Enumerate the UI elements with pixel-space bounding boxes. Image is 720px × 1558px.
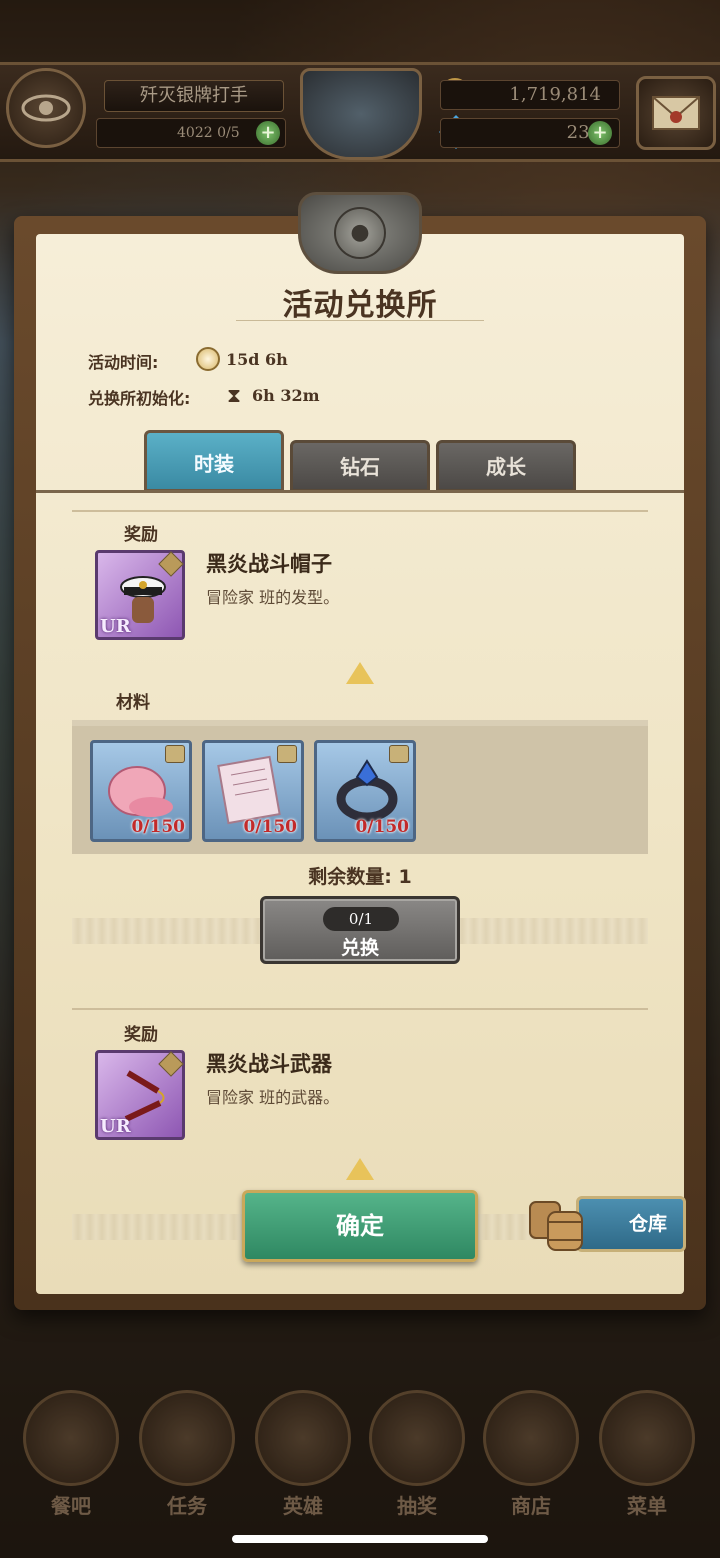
player-title: 歼灭银牌打手 bbox=[104, 80, 284, 112]
material-slot[interactable]: 0/150 bbox=[90, 740, 192, 842]
rarity-label: UR bbox=[100, 616, 131, 637]
barrel-icon bbox=[529, 1201, 583, 1251]
warehouse-button[interactable]: 仓库 bbox=[576, 1196, 686, 1252]
event-time-value: 15d 6h bbox=[226, 350, 288, 369]
envelope-icon bbox=[652, 96, 700, 130]
shop-sign-icon bbox=[483, 1390, 579, 1486]
materials-label: 材料 bbox=[116, 693, 150, 713]
reset-timer-label: 兑换所初始化: bbox=[88, 389, 191, 408]
helmet-icon bbox=[255, 1390, 351, 1486]
tab-diamond[interactable]: 钻石 bbox=[290, 440, 430, 492]
eye-icon bbox=[21, 94, 71, 122]
nav-label: 英雄 bbox=[283, 1494, 323, 1518]
letter-icon bbox=[217, 755, 281, 825]
nav-label: 餐吧 bbox=[51, 1494, 91, 1518]
reward-item-desc: 冒险家 班的发型。 bbox=[206, 588, 340, 607]
crystal-icon bbox=[369, 1390, 465, 1486]
reward-item-slot[interactable]: UR bbox=[95, 1050, 185, 1140]
nav-label: 任务 bbox=[167, 1494, 207, 1518]
lock-icon bbox=[277, 745, 297, 763]
exchange-button[interactable]: 0/1 兑换 bbox=[260, 896, 460, 964]
exchange-button-label: 兑换 bbox=[340, 937, 379, 959]
tab-underline bbox=[36, 490, 684, 493]
nav-gacha-item[interactable]: 抽奖 bbox=[362, 1380, 472, 1518]
hourglass-icon: ⧗ bbox=[226, 383, 242, 407]
home-indicator[interactable] bbox=[232, 1535, 488, 1543]
material-count: 0/150 bbox=[355, 817, 409, 837]
pink-shell-icon bbox=[108, 766, 173, 817]
material-count: 0/150 bbox=[131, 817, 185, 837]
lock-icon bbox=[389, 745, 409, 763]
card-top-ornament bbox=[72, 510, 648, 522]
panel-medallion: ● bbox=[298, 192, 422, 274]
bottom-navigation: 餐吧 任务 英雄 抽奖 商店 菜单 bbox=[0, 1380, 720, 1520]
nav-heroes-item[interactable]: 英雄 bbox=[248, 1380, 358, 1518]
view-toggle-button[interactable] bbox=[6, 68, 86, 148]
money-bag-icon: ● bbox=[334, 207, 386, 259]
reward-item-desc: 冒险家 班的武器。 bbox=[206, 1088, 340, 1107]
arrow-up-icon bbox=[346, 662, 374, 684]
reward-item-name: 黑炎战斗帽子 bbox=[206, 552, 332, 576]
material-slot[interactable]: 0/150 bbox=[202, 740, 304, 842]
ring-icon bbox=[336, 759, 398, 822]
remaining-quantity: 剩余数量: 1 bbox=[308, 866, 412, 888]
tab-costume[interactable]: 时装 bbox=[144, 430, 284, 492]
reset-timer-value: 6h 32m bbox=[252, 386, 320, 405]
rarity-label: UR bbox=[100, 1116, 131, 1137]
nav-shop-item[interactable]: 商店 bbox=[476, 1380, 586, 1518]
arrow-up-icon bbox=[346, 1158, 374, 1180]
confirm-button[interactable]: 确定 bbox=[242, 1190, 478, 1262]
add-gems-button[interactable]: + bbox=[588, 121, 612, 145]
reward-item-slot[interactable]: UR bbox=[95, 550, 185, 640]
event-time-label: 活动时间: bbox=[88, 353, 159, 372]
card-top-ornament bbox=[72, 1008, 648, 1020]
title-divider bbox=[236, 320, 484, 321]
material-count: 0/150 bbox=[243, 817, 297, 837]
tab-growth[interactable]: 成长 bbox=[436, 440, 576, 492]
nav-menu-item[interactable]: 菜单 bbox=[592, 1380, 702, 1518]
gold-amount: 1,719,814 bbox=[440, 80, 620, 110]
exchange-progress: 0/1 bbox=[323, 907, 399, 931]
guild-emblem[interactable] bbox=[300, 68, 422, 160]
mail-button[interactable] bbox=[636, 76, 716, 150]
nav-quest-item[interactable]: 任务 bbox=[132, 1380, 242, 1518]
reward-item-name: 黑炎战斗武器 bbox=[206, 1052, 332, 1076]
material-slot[interactable]: 0/150 bbox=[314, 740, 416, 842]
gear-icon bbox=[599, 1390, 695, 1486]
nav-label: 商店 bbox=[511, 1494, 551, 1518]
chef-hat-icon bbox=[23, 1390, 119, 1486]
scroll-icon bbox=[139, 1390, 235, 1486]
lock-icon bbox=[165, 745, 185, 763]
reward-section-label: 奖励 bbox=[124, 525, 158, 545]
nav-label: 抽奖 bbox=[397, 1494, 437, 1518]
add-stamina-button[interactable]: + bbox=[256, 121, 280, 145]
stopwatch-icon bbox=[196, 347, 220, 371]
nav-label: 菜单 bbox=[627, 1494, 667, 1518]
nav-bar-item[interactable]: 餐吧 bbox=[16, 1380, 126, 1518]
panel-title: 活动兑换所 bbox=[282, 288, 438, 323]
reward-section-label: 奖励 bbox=[124, 1025, 158, 1045]
